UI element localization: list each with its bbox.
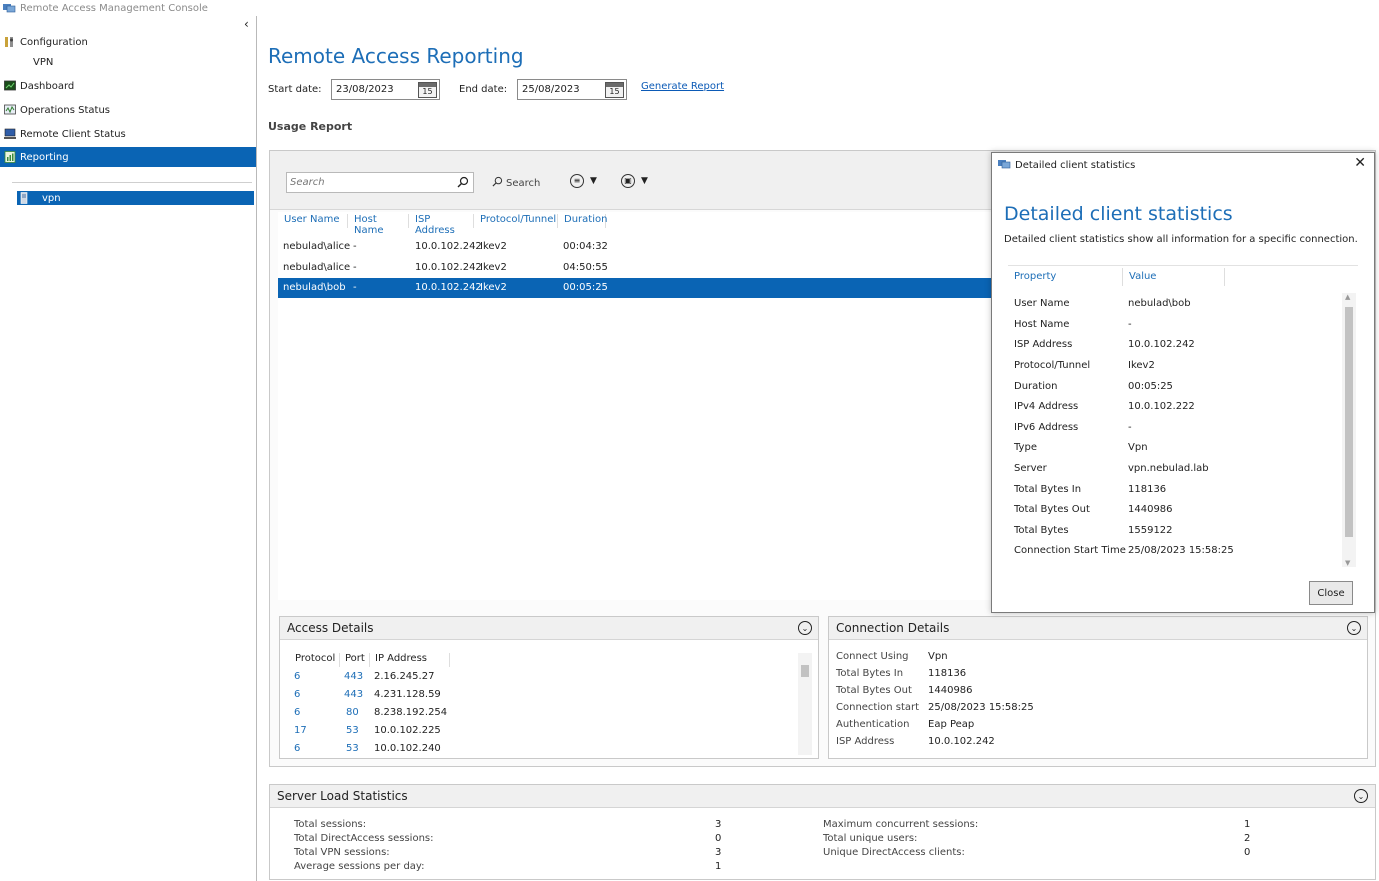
access-ip: 10.0.102.225 <box>374 725 441 736</box>
end-date-picker[interactable]: 25/08/2023 15 <box>517 79 627 100</box>
scrollbar-thumb[interactable] <box>801 665 809 677</box>
nav-item-remote-client-status[interactable]: Remote Client Status <box>0 124 256 144</box>
column-port[interactable]: Port <box>340 653 370 667</box>
dialog-title-bar: Detailed client statistics <box>998 158 1135 173</box>
search-icon[interactable] <box>457 176 469 191</box>
operations-status-icon <box>4 104 16 116</box>
column-user-name[interactable]: User Name <box>278 214 348 228</box>
access-protocol: 6 <box>294 743 301 754</box>
column-divider <box>1122 268 1123 286</box>
server-icon <box>20 192 32 204</box>
chevron-down-icon[interactable]: ⌄ <box>1347 621 1361 635</box>
chevron-down-icon: ▼ <box>590 176 597 186</box>
dialog-heading: Detailed client statistics <box>1004 203 1233 225</box>
column-ip-address[interactable]: IP Address <box>370 653 450 667</box>
access-protocol: 17 <box>294 725 307 736</box>
table-top-border <box>1008 265 1358 266</box>
access-port: 53 <box>346 725 359 736</box>
access-ip: 10.0.102.240 <box>374 743 441 754</box>
configuration-icon <box>4 36 16 48</box>
calendar-icon[interactable]: 15 <box>418 82 437 98</box>
remote-client-icon <box>4 128 16 140</box>
dialog-window-title: Detailed client statistics <box>1015 160 1136 171</box>
generate-report-link[interactable]: Generate Report <box>641 81 724 92</box>
nav-divider <box>12 182 252 183</box>
access-details-header[interactable]: Access Details ⌄ <box>280 617 818 640</box>
end-date-value: 25/08/2023 <box>522 84 580 95</box>
page-title: Remote Access Reporting <box>268 44 524 68</box>
column-protocol-tunnel[interactable]: Protocol/Tunnel <box>474 214 558 228</box>
list-view-icon: ≡ <box>570 174 584 188</box>
connection-details-header[interactable]: Connection Details ⌄ <box>829 617 1367 640</box>
close-button[interactable]: Close <box>1309 581 1353 605</box>
dialog-description: Detailed client statistics show all info… <box>1004 234 1358 245</box>
chevron-down-icon: ▼ <box>641 176 648 186</box>
access-ip: 4.231.128.59 <box>374 689 441 700</box>
access-ip: 8.238.192.254 <box>374 707 448 718</box>
server-item-vpn[interactable]: vpn <box>17 191 254 205</box>
save-options-dropdown[interactable]: ▣ ▼ <box>621 174 648 188</box>
search-input[interactable]: Search <box>286 172 474 193</box>
access-protocol: 6 <box>294 671 301 682</box>
access-details-section: Access Details ⌄ Protocol Port IP Addres… <box>279 616 819 759</box>
table-row[interactable]: nebulad\alice - 10.0.102.242 Ikev2 00:04… <box>278 237 992 257</box>
client-statistics-scrollbar[interactable]: ▲ ▼ <box>1342 293 1356 567</box>
collapse-nav-icon[interactable]: ‹ <box>244 18 254 30</box>
start-date-label: Start date: <box>268 84 322 95</box>
usage-grid: User Name Host Name ISP Address Protocol… <box>278 212 992 600</box>
column-value[interactable]: Value <box>1129 271 1156 282</box>
view-options-dropdown[interactable]: ≡ ▼ <box>570 174 597 188</box>
calendar-icon[interactable]: 15 <box>605 82 624 98</box>
navigation-pane: ‹ Configuration VPN Dashboard Operations… <box>0 16 257 881</box>
nav-item-dashboard[interactable]: Dashboard <box>0 76 256 96</box>
start-date-picker[interactable]: 23/08/2023 15 <box>331 79 440 100</box>
end-date-label: End date: <box>459 84 508 95</box>
access-port: 443 <box>344 671 364 682</box>
access-details-scrollbar[interactable] <box>798 653 812 755</box>
detailed-client-statistics-dialog: Detailed client statistics ✕ Detailed cl… <box>991 152 1375 613</box>
save-icon: ▣ <box>621 174 635 188</box>
server-load-header[interactable]: Server Load Statistics ⌄ <box>270 785 1375 808</box>
scroll-up-icon[interactable]: ▲ <box>1345 293 1350 301</box>
table-row[interactable]: nebulad\alice - 10.0.102.242 Ikev2 04:50… <box>278 258 992 278</box>
grid-header: User Name Host Name ISP Address Protocol… <box>278 212 992 236</box>
search-button[interactable]: Search <box>492 176 540 190</box>
access-ip: 2.16.245.27 <box>374 671 435 682</box>
column-host-name[interactable]: Host Name <box>348 214 409 236</box>
nav-item-configuration[interactable]: Configuration <box>0 32 256 52</box>
start-date-value: 23/08/2023 <box>336 84 394 95</box>
access-port: 80 <box>346 707 359 718</box>
reporting-icon <box>4 151 16 163</box>
search-icon <box>492 176 503 190</box>
access-port: 53 <box>346 743 359 754</box>
remote-access-console-icon <box>998 158 1011 173</box>
column-isp-address[interactable]: ISP Address <box>409 214 474 236</box>
nav-item-reporting[interactable]: Reporting <box>0 147 256 167</box>
nav-item-operations-status[interactable]: Operations Status <box>0 100 256 120</box>
server-load-statistics-section: Server Load Statistics ⌄ Total sessions:… <box>269 784 1376 880</box>
connection-details-section: Connection Details ⌄ Connect Using Vpn T… <box>828 616 1368 759</box>
access-protocol: 6 <box>294 689 301 700</box>
access-port: 443 <box>344 689 364 700</box>
table-row-selected[interactable]: nebulad\bob - 10.0.102.242 Ikev2 00:05:2… <box>278 278 992 298</box>
access-protocol: 6 <box>294 707 301 718</box>
close-icon[interactable]: ✕ <box>1354 155 1366 171</box>
column-protocol[interactable]: Protocol <box>290 653 340 667</box>
column-property[interactable]: Property <box>1014 271 1056 282</box>
dashboard-icon <box>4 80 16 92</box>
remote-access-console-icon <box>3 2 16 14</box>
chevron-down-icon[interactable]: ⌄ <box>798 621 812 635</box>
nav-item-vpn[interactable]: VPN <box>0 52 256 72</box>
column-duration[interactable]: Duration <box>558 214 607 228</box>
window-title: Remote Access Management Console <box>20 2 208 14</box>
column-divider <box>1224 268 1225 286</box>
scroll-down-icon[interactable]: ▼ <box>1345 559 1350 567</box>
window-title-bar: Remote Access Management Console <box>0 0 208 16</box>
client-statistics-table: Property Value User Name nebulad\bob Hos… <box>1008 265 1358 571</box>
scrollbar-thumb[interactable] <box>1345 307 1353 537</box>
chevron-down-icon[interactable]: ⌄ <box>1354 789 1368 803</box>
usage-report-title: Usage Report <box>268 120 353 133</box>
